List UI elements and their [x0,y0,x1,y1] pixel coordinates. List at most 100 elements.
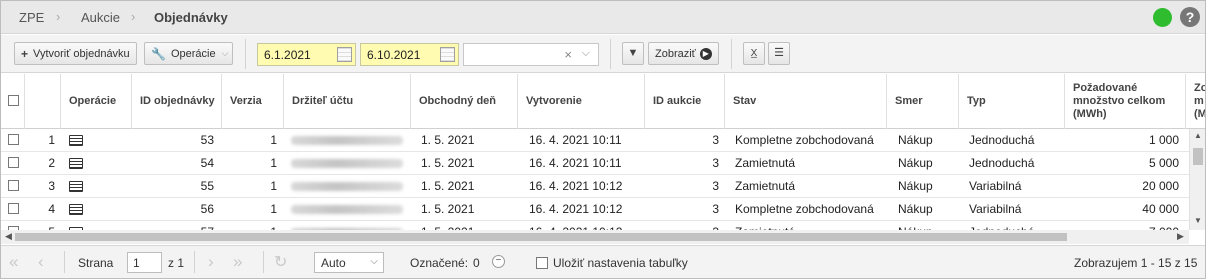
type-cell: Jednoduchá [969,156,1035,170]
show-button[interactable]: Zobraziť ▶ [648,42,719,65]
toolbar: + Vytvoriť objednávku 🔧 Operácie ⌵ 6.1.2… [1,35,1205,73]
scroll-thumb[interactable] [15,233,1067,241]
date-from-input[interactable]: 6.1.2021 [257,43,356,66]
scroll-left-icon[interactable]: ◀ [5,231,12,242]
row-checkbox[interactable] [8,134,19,145]
created-cell: 16. 4. 2021 10:11 [529,156,622,170]
direction-cell: Nákup [898,156,933,170]
state-cell: Kompletne zobchodovaná [735,202,874,216]
operations-button[interactable]: 🔧 Operácie ⌵ [144,42,233,65]
chevron-down-icon: ⌵ [221,48,229,58]
save-settings-checkbox[interactable] [536,257,548,269]
page-label: Strana [78,256,114,270]
row-operations-icon[interactable] [69,158,83,169]
wrench-icon: 🔧 [151,46,166,61]
document-icon: ☰ [774,47,784,59]
quantity-cell: 40 000 [1142,202,1179,216]
create-order-label: Vytvoriť objednávku [33,47,130,60]
breadcrumb-aukcie[interactable]: Aukcie [81,10,120,25]
row-checkbox[interactable] [8,203,19,214]
header-state[interactable]: Stav [725,74,887,129]
page-size-value: Auto [321,256,346,270]
calendar-icon[interactable] [337,47,352,62]
table-row[interactable]: 5 57 1 1. 5. 2021 16. 4. 2021 10:123 Zamietnu… [1,221,1189,230]
type-cell: Jednoduchá [969,221,1064,230]
page-total: z 1 [168,256,185,270]
filter-button[interactable]: ▼ [622,42,644,65]
header-account-holder[interactable]: Držiteľ účtu [284,74,411,129]
scroll-thumb[interactable] [1193,148,1203,165]
clear-selection-icon[interactable]: − [492,255,505,268]
row-operations-icon[interactable] [69,135,83,146]
chevron-down-icon[interactable]: ⌵ [582,47,590,60]
page-size-select[interactable]: Auto ⌵ [314,252,384,273]
row-operations-icon[interactable] [69,181,83,192]
arrow-right-circle-icon: ▶ [699,47,712,60]
redacted-account-holder [291,159,403,168]
table-row[interactable]: 3 55 1 1. 5. 2021 16. 4. 2021 10:12 3 Zamietnu… [1,175,1189,198]
version-cell: 1 [270,133,277,147]
filter-combo[interactable]: × ⌵ [463,43,599,66]
auction-id-cell: 3 [712,133,719,147]
operations-label: Operácie [170,47,216,60]
row-number-cell: 4 [48,202,55,216]
state-cell: Kompletne zobchodovaná [735,133,874,147]
scroll-down-icon[interactable]: ▼ [1194,216,1202,225]
export-excel-button[interactable]: X̲ [743,42,765,65]
row-number-cell: 5 [25,221,55,230]
breadcrumb-zpe[interactable]: ZPE [19,10,44,25]
records-summary: Zobrazujem 1 - 15 z 15 [1074,256,1198,270]
trade-day-cell: 1. 5. 2021 [421,179,475,193]
export-document-button[interactable]: ☰ [768,42,790,65]
scroll-right-icon[interactable]: ▶ [1177,231,1184,242]
table-row[interactable]: 2 54 1 1. 5. 2021 16. 4. 2021 10:11 3 Zamietnu… [1,152,1189,175]
calendar-icon[interactable] [440,47,455,62]
scroll-up-icon[interactable]: ▲ [1194,131,1202,140]
header-version[interactable]: Verzia [222,74,284,129]
create-order-button[interactable]: + Vytvoriť objednávku [14,42,137,65]
row-operations-icon[interactable] [69,204,83,215]
header-created[interactable]: Vytvorenie [518,74,645,129]
state-cell: Zamietnutá [735,179,796,193]
table-row[interactable]: 1 53 1 1. 5. 2021 16. 4. 2021 10:11 3 Kompletn… [1,129,1189,152]
horizontal-scrollbar[interactable]: ◀ ▶ [1,230,1189,244]
date-to-input[interactable]: 6.10.2021 [360,43,459,66]
refresh-icon[interactable]: ↻ [274,252,287,272]
help-icon[interactable]: ? [1180,7,1200,27]
header-trade-day[interactable]: Obchodný deň [411,74,518,129]
order-id-cell: 55 [200,179,214,193]
state-cell: Zamietnutá [735,156,796,170]
direction-cell: Nákup [898,202,933,216]
trade-day-cell: 1. 5. 2021 [421,221,516,230]
prev-page-icon[interactable]: ‹ [38,252,44,272]
breadcrumb-separator: › [56,9,61,24]
header-id-order[interactable]: ID objednávky [132,74,222,129]
table-header: Operácie ID objednávky Verzia Držiteľ úč… [1,74,1205,129]
first-page-icon[interactable]: « [9,252,18,272]
type-cell: Variabilná [969,179,1022,193]
auction-id-cell: 3 [712,179,719,193]
header-direction[interactable]: Smer [887,74,959,129]
auction-id-cell: 3 [645,221,719,230]
select-all-checkbox[interactable] [8,95,19,106]
header-operations[interactable]: Operácie [61,74,132,129]
clear-icon[interactable]: × [564,47,572,62]
table-row[interactable]: 4 56 1 1. 5. 2021 16. 4. 2021 10:12 3 Kompletn… [1,198,1189,221]
header-auction-id[interactable]: ID aukcie [645,74,725,129]
row-checkbox[interactable] [8,180,19,191]
header-quantity[interactable]: Požadované množstvo celkom (MWh) [1065,74,1186,129]
version-cell: 1 [270,202,277,216]
vertical-scrollbar[interactable]: ▲ ▼ [1189,129,1205,230]
order-id-cell: 56 [200,202,214,216]
page-number-input[interactable]: 1 [127,252,162,273]
header-next-column[interactable]: Zo m (M [1186,74,1205,129]
quantity-cell: 7 000 [1065,221,1179,230]
divider [263,251,264,273]
row-checkbox[interactable] [8,157,19,168]
last-page-icon[interactable]: » [233,252,242,272]
date-from-value: 6.1.2021 [264,48,311,62]
header-type[interactable]: Typ [959,74,1065,129]
next-page-icon[interactable]: › [208,252,214,272]
header-select-all[interactable] [1,74,25,129]
type-cell: Jednoduchá [969,133,1035,147]
